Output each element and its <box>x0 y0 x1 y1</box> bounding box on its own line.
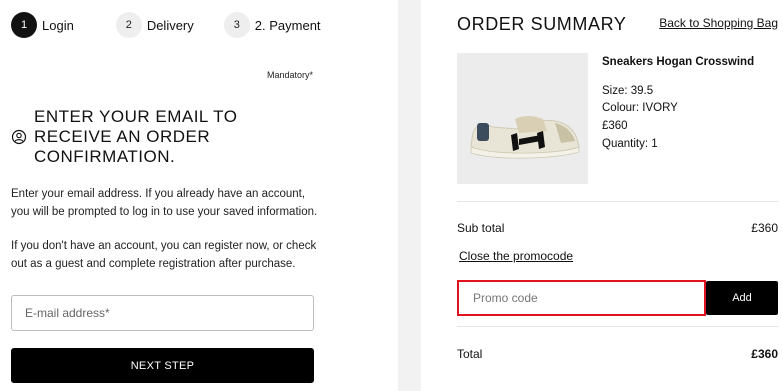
product-image[interactable] <box>457 53 588 184</box>
step-label: Delivery <box>146 17 194 33</box>
product-size: Size: 39.5 <box>602 85 654 97</box>
divider <box>457 326 778 327</box>
mandatory-note: Mandatory* <box>266 70 313 80</box>
product-price: £360 <box>602 120 628 132</box>
step-label: 2. Payment <box>254 17 321 33</box>
email-heading-group: ENTER YOUR EMAIL TO RECEIVE AN ORDER CON… <box>11 107 294 167</box>
order-summary-panel: ORDER SUMMARY Back to Shopping Bag Sneak… <box>421 0 783 391</box>
step-number: 2 <box>115 12 142 38</box>
step-number: 3 <box>223 12 250 38</box>
sneaker-image <box>457 53 588 184</box>
total-value: £360 <box>751 347 778 361</box>
step-payment[interactable]: 3 2. Payment <box>223 12 321 38</box>
checkout-steps: 1 Login 2 Delivery 3 2. Payment <box>11 12 339 38</box>
divider <box>457 201 778 202</box>
step-login[interactable]: 1 Login <box>11 12 74 38</box>
close-promocode-link[interactable]: Close the promocode <box>459 249 573 263</box>
total-label: Total <box>457 347 483 361</box>
user-icon <box>11 129 27 145</box>
email-field[interactable] <box>11 295 314 331</box>
email-description: Enter your email address. If you already… <box>11 188 318 218</box>
step-number: 1 <box>11 12 37 38</box>
panel-divider <box>398 0 421 391</box>
email-heading: ENTER YOUR EMAIL TO RECEIVE AN ORDER CON… <box>34 107 238 166</box>
product-quantity: Quantity: 1 <box>602 138 658 150</box>
step-label: Login <box>42 17 74 33</box>
subtotal-label: Sub total <box>457 221 505 235</box>
product-colour: Colour: IVORY <box>602 102 678 114</box>
back-to-bag-link[interactable]: Back to Shopping Bag <box>659 16 778 30</box>
product-name: Sneakers Hogan Crosswind <box>602 56 755 68</box>
promo-code-input[interactable] <box>457 280 706 316</box>
summary-title: ORDER SUMMARY <box>457 14 627 34</box>
add-promo-button[interactable]: Add <box>706 281 778 315</box>
guest-description: If you don't have an account, you can re… <box>11 240 317 270</box>
login-panel: 1 Login 2 Delivery 3 2. Payment Mandator… <box>0 0 398 391</box>
step-delivery[interactable]: 2 Delivery <box>115 12 194 38</box>
subtotal-value: £360 <box>751 221 778 235</box>
next-step-button[interactable]: NEXT STEP <box>11 348 314 383</box>
